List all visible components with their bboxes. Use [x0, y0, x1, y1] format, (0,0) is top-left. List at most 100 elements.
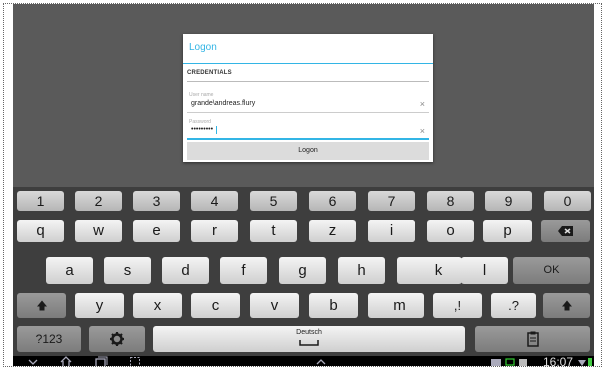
logon-dialog: Logon CREDENTIALS User name grande\andre…	[183, 34, 433, 162]
comma-key[interactable]: ,!	[433, 293, 482, 318]
system-navbar: 16:07	[13, 355, 594, 366]
key-label: s	[123, 262, 132, 279]
key-s[interactable]: s	[104, 257, 151, 284]
key-e[interactable]: e	[133, 220, 180, 242]
backspace-icon	[541, 220, 590, 242]
notification-icon	[505, 356, 515, 366]
settings-key[interactable]	[89, 326, 145, 352]
text-cursor	[216, 126, 217, 134]
recent-apps-icon[interactable]	[94, 356, 108, 366]
key-5[interactable]: 5	[250, 191, 297, 211]
key-2[interactable]: 2	[75, 191, 122, 211]
key-q[interactable]: q	[17, 220, 64, 242]
key-v[interactable]: v	[250, 293, 299, 318]
password-underline	[187, 138, 429, 140]
device-screen: Logon CREDENTIALS User name grande\andre…	[3, 3, 602, 367]
chevron-down-icon[interactable]	[27, 356, 39, 366]
key-label: o	[446, 222, 455, 239]
key-label: b	[329, 297, 338, 314]
key-8[interactable]: 8	[427, 191, 474, 211]
key-6[interactable]: 6	[309, 191, 356, 211]
key-m[interactable]: m	[375, 293, 424, 318]
key-label: z	[328, 222, 337, 239]
spacebar-icon	[299, 339, 319, 347]
section-divider	[187, 81, 429, 82]
key-label: p	[503, 222, 512, 239]
key-label: x	[153, 297, 162, 314]
key-label: g	[298, 262, 307, 279]
key-label: q	[36, 222, 45, 239]
clipboard-icon	[475, 326, 590, 352]
key-label: h	[357, 262, 366, 279]
section-header: CREDENTIALS	[187, 70, 232, 76]
logon-button[interactable]: Logon	[187, 142, 429, 160]
key-4[interactable]: 4	[191, 191, 238, 211]
key-z[interactable]: z	[309, 220, 356, 242]
key-t[interactable]: t	[250, 220, 297, 242]
key-label: f	[241, 262, 246, 279]
comma-key-label: ,!	[453, 298, 462, 313]
chevron-up-icon[interactable]	[315, 356, 327, 366]
title-divider	[183, 63, 433, 64]
clipboard-key[interactable]	[475, 326, 590, 352]
key-d[interactable]: d	[162, 257, 209, 284]
key-label: 2	[94, 193, 103, 209]
space-key-label: Deutsch	[296, 329, 322, 336]
username-field[interactable]: grande\andreas.flury	[191, 100, 255, 107]
key-9[interactable]: 9	[485, 191, 532, 211]
key-3[interactable]: 3	[133, 191, 180, 211]
key-c[interactable]: c	[191, 293, 240, 318]
key-k[interactable]: k	[415, 257, 462, 284]
period-key[interactable]: .?	[491, 293, 536, 318]
key-label: a	[65, 262, 74, 279]
key-label: i	[389, 222, 394, 239]
image-icon	[518, 356, 528, 366]
key-i[interactable]: i	[368, 220, 415, 242]
key-y[interactable]: y	[75, 293, 124, 318]
key-b[interactable]: b	[309, 293, 358, 318]
symbols-key[interactable]: ?123	[17, 326, 81, 352]
key-label: k	[434, 262, 443, 279]
key-label: v	[270, 297, 279, 314]
screenshot-icon[interactable]	[129, 356, 141, 366]
key-label: l	[482, 262, 487, 279]
key-label: 3	[152, 193, 161, 209]
key-o[interactable]: o	[427, 220, 474, 242]
key-label: c	[211, 297, 220, 314]
space-key[interactable]: Deutsch	[153, 326, 465, 352]
key-h[interactable]: h	[338, 257, 385, 284]
key-label: 6	[328, 193, 337, 209]
backspace-key[interactable]	[541, 220, 590, 242]
shift-icon	[543, 293, 590, 318]
key-f[interactable]: f	[220, 257, 267, 284]
password-clear-icon[interactable]: ×	[420, 127, 425, 136]
key-label: t	[271, 222, 276, 239]
key-label: y	[95, 297, 104, 314]
key-l[interactable]: l	[461, 257, 508, 284]
key-label: 7	[387, 193, 396, 209]
key-0[interactable]: 0	[544, 191, 591, 211]
key-x[interactable]: x	[133, 293, 182, 318]
key-7[interactable]: 7	[368, 191, 415, 211]
key-label: d	[181, 262, 190, 279]
key-a[interactable]: a	[46, 257, 93, 284]
ok-key[interactable]: OK	[513, 257, 590, 284]
key-label: 8	[446, 193, 455, 209]
home-icon[interactable]	[59, 356, 73, 366]
key-label: 9	[504, 193, 513, 209]
username-clear-icon[interactable]: ×	[420, 100, 425, 109]
onscreen-keyboard: OK ,! .? ?123 Deutsch 1 2 3 4 5 6 7 8 9 …	[13, 187, 594, 356]
app-background: Logon CREDENTIALS User name grande\andre…	[13, 4, 594, 187]
key-g[interactable]: g	[279, 257, 326, 284]
key-label: 0	[563, 193, 572, 209]
password-field[interactable]: •••••••••	[191, 126, 213, 133]
key-p[interactable]: p	[483, 220, 532, 242]
shift-key-left[interactable]	[17, 293, 66, 318]
key-1[interactable]: 1	[17, 191, 64, 211]
key-label: 4	[210, 193, 219, 209]
shift-key-right[interactable]	[543, 293, 590, 318]
key-w[interactable]: w	[75, 220, 122, 242]
key-r[interactable]: r	[191, 220, 238, 242]
gear-icon	[89, 326, 145, 352]
battery-icon	[587, 356, 593, 366]
